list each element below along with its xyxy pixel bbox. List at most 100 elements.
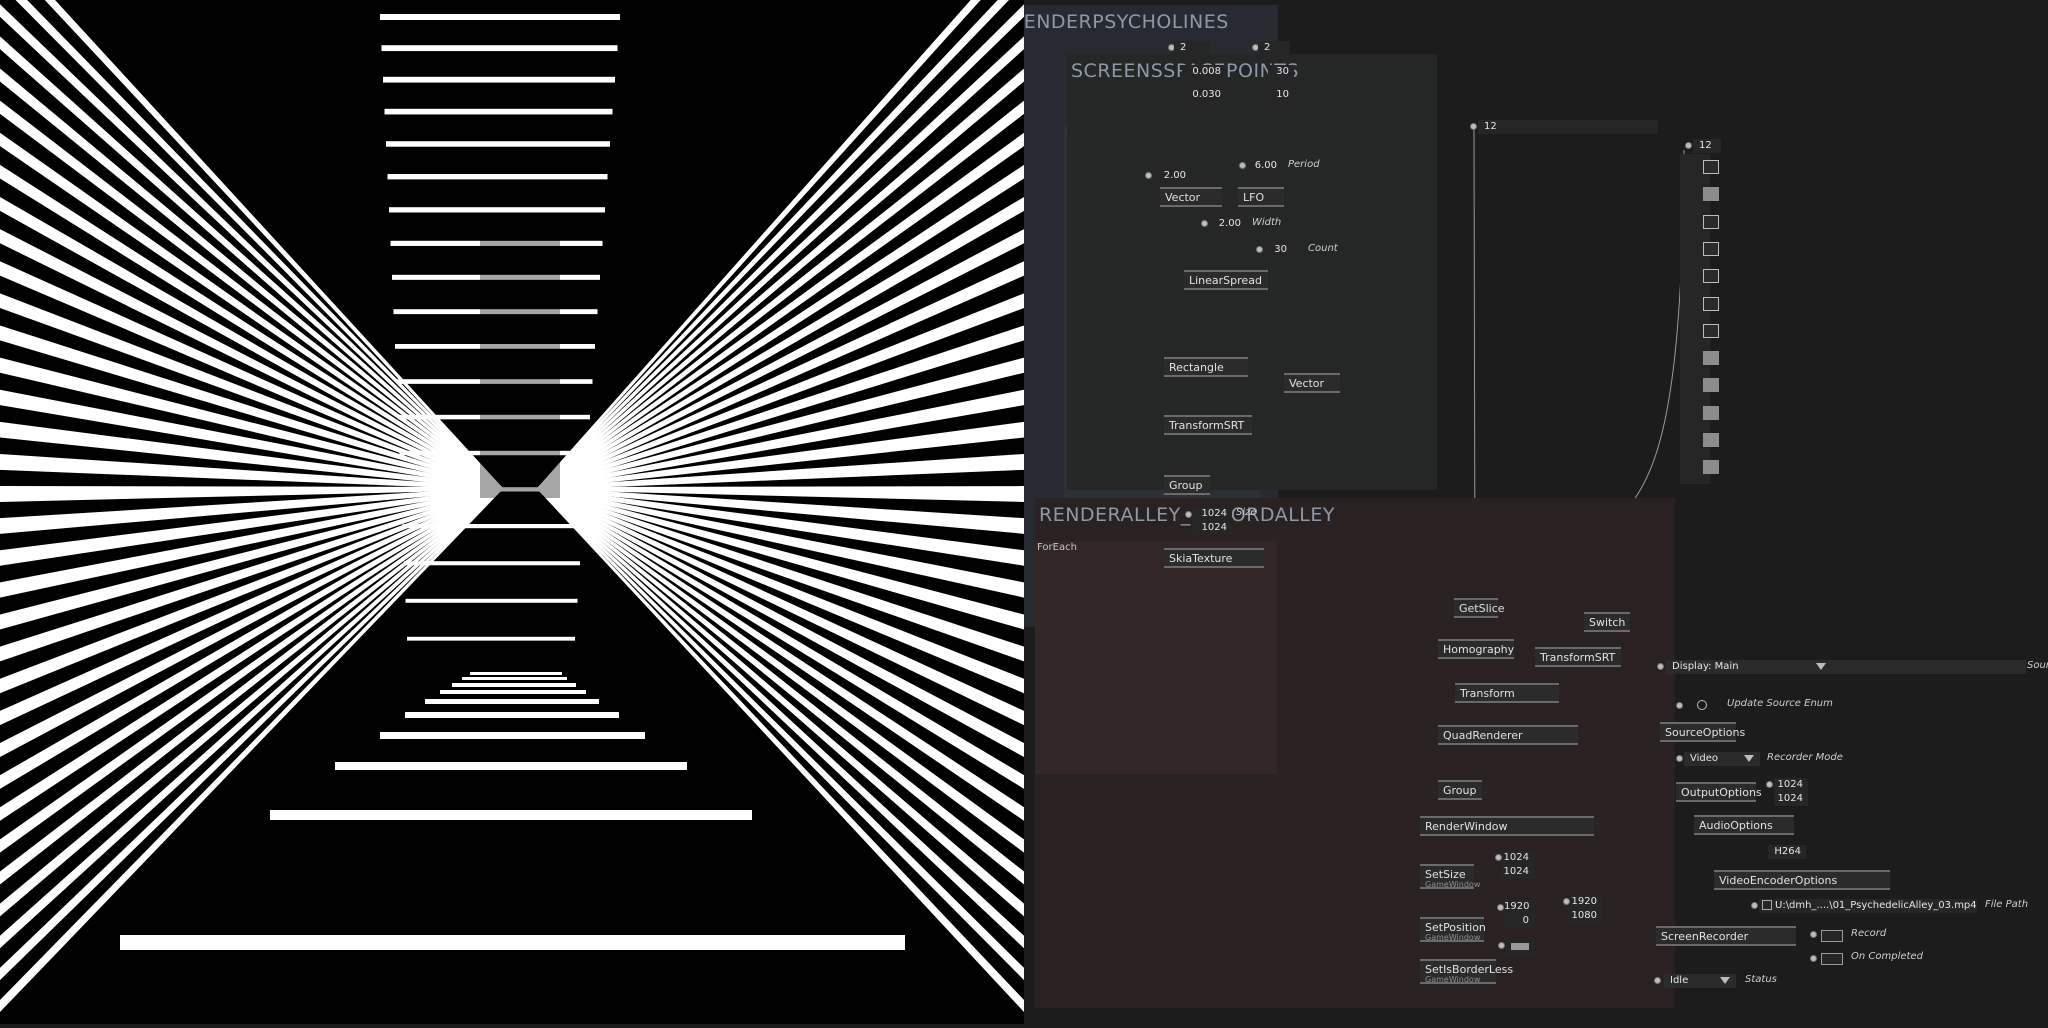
pin[interactable] bbox=[1497, 904, 1504, 911]
filepath-input[interactable]: U:\dmh_....\01_PsychedelicAlley_03.mp4 bbox=[1759, 899, 1977, 913]
status-dropdown[interactable]: Idle bbox=[1664, 974, 1736, 988]
audiooptions-node[interactable]: AudioOptions bbox=[1694, 815, 1794, 835]
pin[interactable] bbox=[1676, 702, 1683, 709]
transform-node[interactable]: Transform bbox=[1455, 683, 1559, 703]
skiatexture-node[interactable]: SkiaTexture bbox=[1164, 548, 1264, 568]
floor-bar bbox=[462, 677, 567, 680]
pin[interactable] bbox=[1145, 172, 1152, 179]
recorder-mode-dropdown[interactable]: Video bbox=[1684, 752, 1760, 766]
patch-editor[interactable]: RENDERPSYCHOLINES ForEach ForEach SCREEN… bbox=[1024, 0, 2048, 1024]
width-input[interactable]: 2.00 bbox=[1210, 217, 1246, 231]
render-preview bbox=[0, 0, 1024, 1024]
pin[interactable] bbox=[1185, 511, 1192, 518]
size-width[interactable]: 1024 bbox=[1192, 507, 1232, 521]
sourceoptions-node[interactable]: SourceOptions bbox=[1660, 722, 1745, 742]
group-node[interactable]: Group bbox=[1164, 475, 1210, 495]
iobox-value[interactable]: 30 bbox=[1268, 65, 1294, 79]
pin[interactable] bbox=[1751, 902, 1758, 909]
toggle-checkbox[interactable] bbox=[1703, 241, 1719, 256]
setisborderless-sub: GameWindow bbox=[1425, 975, 1481, 984]
iobox-value[interactable]: 0.030 bbox=[1182, 88, 1226, 102]
borderless-toggle-box[interactable] bbox=[1506, 940, 1534, 955]
vector-node[interactable]: Vector bbox=[1160, 187, 1222, 207]
pin[interactable] bbox=[1810, 931, 1817, 938]
foreach-loop-alley: ForEach bbox=[1035, 541, 1277, 774]
spread-count-b[interactable]: 2 bbox=[1258, 41, 1290, 55]
ceiling-bar bbox=[384, 108, 613, 115]
output-height[interactable]: 1024 bbox=[1774, 792, 1808, 806]
quadrenderer-node[interactable]: QuadRenderer bbox=[1438, 725, 1578, 745]
filepath-label: File Path bbox=[1985, 899, 2029, 910]
getslice-node[interactable]: GetSlice bbox=[1454, 598, 1505, 618]
pin[interactable] bbox=[1563, 898, 1570, 905]
vector-input[interactable]: 2.00 bbox=[1155, 169, 1191, 183]
oncompleted-toggle[interactable] bbox=[1821, 953, 1843, 965]
toggle-checkbox[interactable] bbox=[1703, 269, 1719, 284]
ceiling-bar bbox=[387, 174, 608, 180]
pin[interactable] bbox=[1685, 142, 1692, 149]
pin[interactable] bbox=[1810, 955, 1817, 962]
size-height[interactable]: 1024 bbox=[1192, 521, 1232, 535]
record-toggle[interactable] bbox=[1821, 930, 1843, 942]
codec-value[interactable]: H264 bbox=[1768, 845, 1806, 859]
pin[interactable] bbox=[1766, 781, 1773, 788]
toggle-checkbox[interactable] bbox=[1703, 433, 1719, 447]
toggle-checkbox[interactable] bbox=[1703, 296, 1719, 311]
chevron-down-icon bbox=[1816, 663, 1826, 670]
resolution-height[interactable]: 1080 bbox=[1570, 909, 1602, 923]
iobox-value[interactable]: 0.008 bbox=[1182, 65, 1226, 79]
toggle-checkbox[interactable] bbox=[1703, 323, 1719, 338]
renderwindow-node[interactable]: RenderWindow bbox=[1420, 816, 1594, 836]
pin[interactable] bbox=[1657, 663, 1664, 670]
position-y[interactable]: 0 bbox=[1504, 914, 1534, 928]
pin[interactable] bbox=[1256, 246, 1263, 253]
period-input[interactable]: 6.00 bbox=[1248, 159, 1282, 173]
toggle-checkbox[interactable] bbox=[1703, 378, 1719, 393]
transformsrt-node[interactable]: TransformSRT bbox=[1164, 415, 1252, 435]
toggle-checkbox[interactable] bbox=[1703, 460, 1719, 475]
setposition-node[interactable]: SetPosition GameWindow bbox=[1420, 917, 1486, 942]
rectangle-node[interactable]: Rectangle bbox=[1164, 357, 1248, 377]
chevron-down-icon bbox=[1720, 977, 1730, 984]
setsize-width[interactable]: 1024 bbox=[1502, 851, 1534, 865]
screenrecorder-node[interactable]: ScreenRecorder bbox=[1656, 926, 1796, 946]
pin[interactable] bbox=[1498, 942, 1505, 949]
psychedelic-alley-render bbox=[0, 0, 1024, 1024]
group-node[interactable]: Group bbox=[1438, 780, 1482, 800]
count-input[interactable]: 30 bbox=[1264, 243, 1292, 257]
update-source-toggle[interactable] bbox=[1697, 700, 1707, 710]
pin[interactable] bbox=[1239, 162, 1246, 169]
toggle-checkbox[interactable] bbox=[1703, 351, 1719, 366]
toggle-checkbox[interactable] bbox=[1703, 187, 1719, 202]
output-width[interactable]: 1024 bbox=[1774, 778, 1808, 792]
outputoptions-node[interactable]: OutputOptions bbox=[1676, 782, 1762, 802]
pin[interactable] bbox=[1495, 854, 1502, 861]
pin[interactable] bbox=[1654, 977, 1661, 984]
spread-count-a[interactable]: 2 bbox=[1174, 41, 1210, 55]
points-count[interactable]: 12 bbox=[1478, 120, 1658, 134]
display-source-dropdown[interactable]: Display: Main bbox=[1666, 660, 2026, 674]
vector-node[interactable]: Vector bbox=[1284, 373, 1340, 393]
ceiling-bar bbox=[405, 598, 578, 603]
ceiling-bar bbox=[404, 561, 580, 566]
videoencoderoptions-node[interactable]: VideoEncoderOptions bbox=[1714, 870, 1890, 890]
toggle-checkbox[interactable] bbox=[1703, 160, 1719, 174]
homography-node[interactable]: Homography bbox=[1438, 639, 1514, 659]
transformsrt-node[interactable]: TransformSRT bbox=[1535, 647, 1621, 667]
setsize-height[interactable]: 1024 bbox=[1502, 865, 1534, 879]
linearspread-node[interactable]: LinearSpread bbox=[1184, 270, 1268, 290]
setisborderless-node[interactable]: SetIsBorderLess GameWindow bbox=[1420, 959, 1513, 984]
resolution-width[interactable]: 1920 bbox=[1570, 895, 1602, 909]
switch-node[interactable]: Switch bbox=[1584, 612, 1630, 632]
setsize-node[interactable]: SetSize GameWindow bbox=[1420, 864, 1480, 889]
toggle-checkbox[interactable] bbox=[1703, 405, 1719, 420]
pin[interactable] bbox=[1470, 123, 1477, 130]
toggle-count[interactable]: 12 bbox=[1693, 139, 1721, 153]
browse-icon[interactable] bbox=[1762, 900, 1772, 910]
position-x[interactable]: 1920 bbox=[1504, 900, 1534, 914]
iobox-value[interactable]: 10 bbox=[1268, 88, 1294, 102]
toggle-checkbox[interactable] bbox=[1703, 214, 1719, 229]
pin[interactable] bbox=[1676, 755, 1683, 762]
lfo-node[interactable]: LFO bbox=[1238, 187, 1284, 207]
pin[interactable] bbox=[1201, 220, 1208, 227]
